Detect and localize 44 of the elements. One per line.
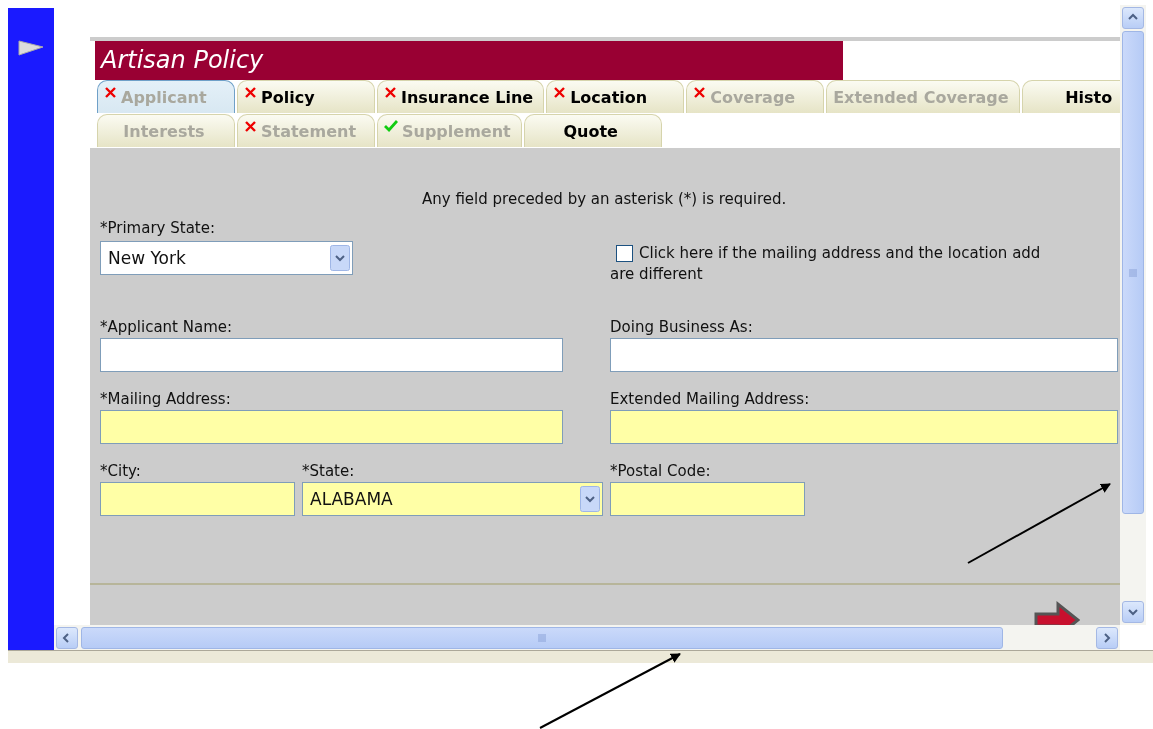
input-field[interactable]	[610, 338, 1118, 372]
scroll-right-button[interactable]	[1096, 626, 1118, 649]
tab[interactable]: Histo	[1021, 80, 1120, 113]
input-field[interactable]	[100, 338, 563, 372]
checkbox-label: are different	[610, 265, 703, 283]
error-x-icon	[384, 86, 397, 99]
input-field[interactable]	[100, 410, 563, 444]
tab[interactable]: Policy	[237, 80, 375, 113]
field-label: *Postal Code:	[610, 463, 712, 479]
field-label: Doing Business As:	[610, 319, 754, 335]
tab[interactable]: Location	[546, 80, 685, 113]
scroll-left-button[interactable]	[56, 626, 78, 649]
error-x-icon	[244, 120, 257, 133]
grip-icon	[1129, 268, 1137, 277]
horizontal-scrollbar[interactable]	[54, 625, 1120, 650]
tab[interactable]: Insurance Line	[377, 80, 545, 113]
error-x-icon	[244, 86, 257, 99]
field-label: *Applicant Name:	[100, 319, 234, 335]
field-label: Extended Mailing Address:	[610, 391, 811, 407]
vertical-scrollbar[interactable]	[1120, 5, 1146, 625]
field-label: *Primary State:	[100, 220, 216, 236]
tab[interactable]: Quote	[523, 114, 662, 147]
field-label: *City:	[100, 463, 142, 479]
scrollbar-thumb[interactable]	[1122, 31, 1144, 514]
scroll-down-button[interactable]	[1122, 601, 1144, 623]
field-label: *Mailing Address:	[100, 391, 232, 407]
checkbox-label: Click here if the mailing address and the location add	[639, 244, 1041, 262]
input-field[interactable]	[100, 482, 295, 516]
expand-arrow-icon[interactable]	[18, 40, 44, 56]
state-select[interactable]: ALABAMA	[302, 482, 603, 516]
required-notice: Any field preceded by an asterisk (*) is required.	[422, 190, 787, 208]
check-icon	[384, 119, 398, 132]
error-x-icon	[693, 86, 707, 99]
input-field[interactable]	[610, 410, 1118, 444]
scroll-up-button[interactable]	[1122, 7, 1144, 29]
error-x-icon	[553, 86, 567, 99]
error-x-icon	[104, 86, 117, 99]
input-field[interactable]	[610, 482, 805, 516]
form-title: Artisan Policy	[95, 41, 843, 80]
grip-icon	[538, 633, 546, 642]
checkbox[interactable]	[616, 244, 633, 262]
primary-state-select[interactable]: New York	[100, 241, 353, 275]
scrollbar-thumb[interactable]	[81, 626, 1003, 649]
field-label: *State:	[302, 463, 356, 479]
